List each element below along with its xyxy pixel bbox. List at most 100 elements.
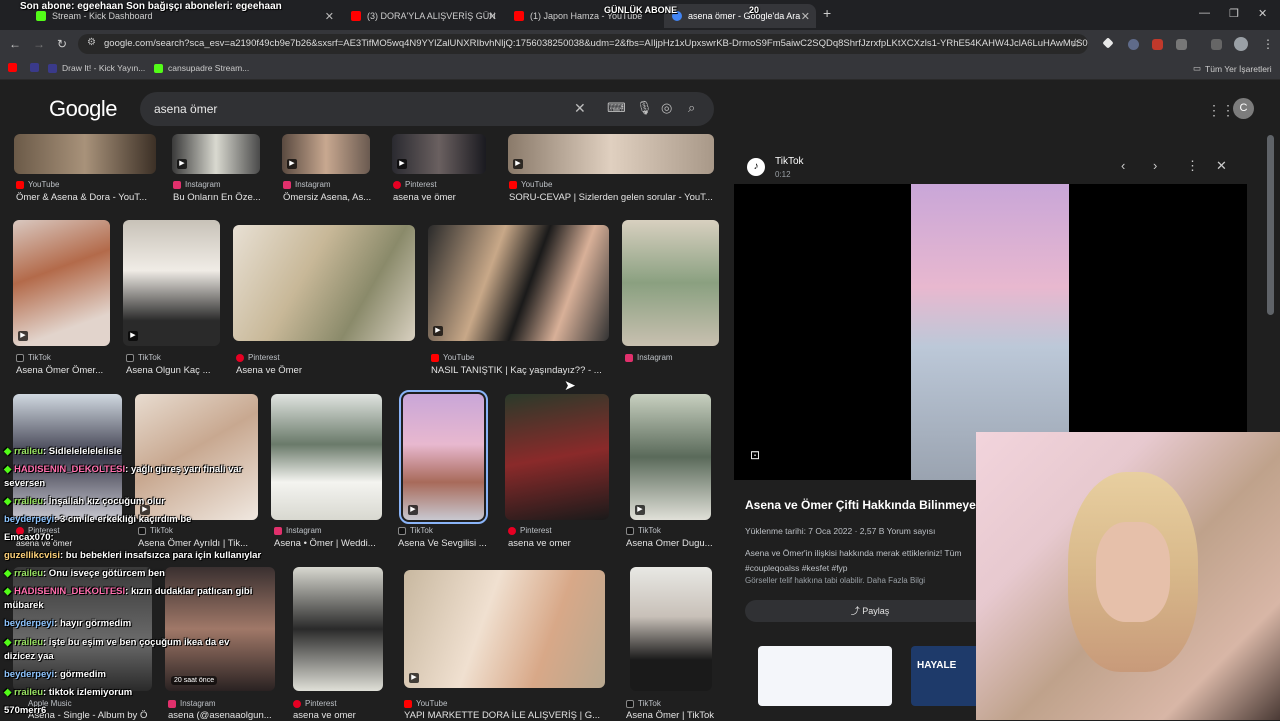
image-result[interactable] xyxy=(293,567,383,691)
back-icon[interactable]: ← xyxy=(9,37,21,51)
forward-icon[interactable]: → xyxy=(33,37,45,51)
image-result[interactable] xyxy=(233,225,415,341)
result-caption[interactable]: YAPI MARKETTE DORA İLE ALIŞVERİŞ | G... xyxy=(404,710,604,721)
next-icon[interactable]: › xyxy=(1153,158,1157,173)
result-caption[interactable]: Asena Ve Sevgilisi ... xyxy=(398,538,493,549)
profile-icon[interactable] xyxy=(1234,37,1248,51)
keyboard-icon[interactable]: ⌨ xyxy=(607,100,626,116)
image-result[interactable] xyxy=(14,134,156,174)
result-caption[interactable]: asena ve ömer xyxy=(393,192,493,203)
close-panel-icon[interactable]: ✕ xyxy=(1216,158,1227,174)
window-close-icon[interactable]: ✕ xyxy=(1258,7,1267,20)
image-result-selected[interactable]: ▶ xyxy=(399,390,488,524)
result-caption[interactable]: Asena Olgun Kaç ... xyxy=(126,365,226,376)
result-caption[interactable]: asena ve omer xyxy=(508,538,608,549)
result-caption[interactable]: Bu Onların En Öze... xyxy=(173,192,273,203)
image-result[interactable] xyxy=(622,220,719,346)
bookmark-star-icon[interactable]: ☆ xyxy=(1070,36,1081,50)
close-icon[interactable]: ✕ xyxy=(325,10,334,23)
result-caption[interactable]: asena (@asenaaolgun... xyxy=(168,710,278,721)
instagram-icon xyxy=(625,353,633,362)
chat-text: : görmedim xyxy=(54,669,106,680)
source-label: YouTube xyxy=(443,353,475,362)
result-caption[interactable]: Asena • Ömer | Weddi... xyxy=(274,538,394,549)
media-icon[interactable] xyxy=(1211,39,1222,50)
result-caption[interactable]: Asena Ömer Ömer... xyxy=(16,365,116,376)
tiktok-icon xyxy=(398,526,406,535)
tab-dora[interactable]: (3) DORA'YLA ALIŞVERİŞ GÜN ✕ xyxy=(343,4,503,28)
result-caption[interactable]: Asena Ömer | TikTok xyxy=(626,710,721,721)
related-result[interactable]: HAYALE xyxy=(911,646,981,706)
image-result[interactable] xyxy=(271,394,382,520)
puzzle-icon[interactable] xyxy=(1176,39,1187,50)
extension-icon[interactable] xyxy=(1128,39,1139,50)
result-caption[interactable]: SORU-CEVAP | Sizlerden gelen sorular - Y… xyxy=(509,192,715,203)
result-caption[interactable]: Asena Omer Dugu... xyxy=(626,538,721,549)
result-caption[interactable]: Asena Ömer Ayrıldı | Tik... xyxy=(138,538,263,549)
chat-user: HADISENIN_DEKOLTESI xyxy=(13,464,126,475)
reload-icon[interactable]: ↻ xyxy=(57,37,67,51)
google-logo[interactable]: Google xyxy=(49,96,117,122)
image-result[interactable] xyxy=(630,567,712,691)
image-result[interactable]: ▶ xyxy=(404,570,605,688)
play-icon: ▶ xyxy=(433,326,443,336)
image-result[interactable]: ▶ xyxy=(392,134,486,174)
lens-icon[interactable]: ◎ xyxy=(661,100,672,116)
close-icon[interactable]: ✕ xyxy=(801,10,810,23)
minimize-icon[interactable]: — xyxy=(1199,7,1210,19)
more-icon[interactable]: ⋮ xyxy=(1186,158,1199,174)
extension-icon[interactable] xyxy=(1102,37,1114,49)
menu-icon[interactable]: ⋮ xyxy=(1262,37,1274,51)
source-label: Pinterest xyxy=(248,353,280,362)
microphone-icon[interactable]: 🎙 xyxy=(636,100,653,116)
image-result[interactable]: ▶ xyxy=(172,134,260,174)
avatar[interactable]: C xyxy=(1233,98,1254,119)
lens-icon[interactable]: ⊡ xyxy=(750,448,760,462)
result-caption[interactable]: Ömer & Asena & Dora - YouT... xyxy=(16,192,166,203)
search-box[interactable]: asena ömer ✕ ⌨ 🎙 ◎ ⌕ xyxy=(140,92,714,126)
clear-icon[interactable]: ✕ xyxy=(574,100,586,117)
bookmark-youtube[interactable] xyxy=(8,63,22,72)
apps-grid-icon[interactable]: ⋮⋮ xyxy=(1207,102,1235,119)
related-result[interactable] xyxy=(758,646,892,706)
search-icon[interactable]: ⌕ xyxy=(688,100,695,116)
pinterest-icon xyxy=(393,180,401,189)
new-tab-button[interactable]: + xyxy=(823,5,831,21)
chat-message: ◆ rraileu: Sidlelelelelelisle xyxy=(4,446,122,457)
image-result[interactable]: ▶ xyxy=(13,220,110,346)
source-label: YouTube xyxy=(28,180,60,189)
extension-icon[interactable] xyxy=(1152,39,1163,50)
url-text: google.com/search?sca_esv=a2190f49cb9e7b… xyxy=(104,38,1088,49)
search-input[interactable]: asena ömer xyxy=(154,102,217,116)
image-result[interactable]: ▶ xyxy=(630,394,711,520)
tab-google-search[interactable]: asena ömer - Google'da Ara ✕ xyxy=(664,4,816,28)
result-caption[interactable]: Ömersiz Asena, As... xyxy=(283,192,383,203)
result-source: TikTok xyxy=(138,526,173,535)
result-caption[interactable]: asena ve omer xyxy=(293,710,393,721)
share-button[interactable]: ⤴ Paylaş xyxy=(745,600,995,622)
image-result[interactable]: ▶ xyxy=(282,134,370,174)
scrollbar[interactable] xyxy=(1267,135,1274,315)
result-caption[interactable]: Asena ve Ömer xyxy=(236,365,386,376)
badge-icon: ◆ xyxy=(4,637,12,648)
address-bar[interactable]: ⚙ google.com/search?sca_esv=a2190f49cb9e… xyxy=(78,34,1088,54)
maximize-icon[interactable]: ❐ xyxy=(1229,7,1239,20)
prev-icon[interactable]: ‹ xyxy=(1121,158,1125,173)
site-info-icon[interactable]: ⚙ xyxy=(87,37,96,48)
image-result[interactable]: ▶ xyxy=(428,225,609,341)
youtube-icon xyxy=(351,11,361,21)
image-result[interactable]: ▶ xyxy=(123,220,220,346)
bookmark-draw-it[interactable]: Draw It! - Kick Yayın... xyxy=(48,63,145,73)
bookmark-cansupadre[interactable]: cansupadre Stream... xyxy=(154,63,249,73)
chat-text: : Onu isveçe götürcem ben xyxy=(43,568,165,579)
result-source: TikTok xyxy=(626,526,661,535)
image-result[interactable]: ▶ xyxy=(508,134,714,174)
bookmark-blank[interactable] xyxy=(30,63,44,72)
result-caption[interactable]: NASIL TANIŞTIK | Kaç yaşındayız?? - ... xyxy=(431,365,611,376)
all-bookmarks[interactable]: ▭ Tüm Yer İşaretleri xyxy=(1193,63,1272,74)
panel-title[interactable]: Asena ve Ömer Çifti Hakkında Bilinmeyenl… xyxy=(745,498,998,512)
panel-source[interactable]: TikTok xyxy=(775,156,804,167)
close-icon[interactable]: ✕ xyxy=(488,10,497,23)
stream-overlay-subs: Son abone: egeehaan Son bağışçı aboneler… xyxy=(20,1,282,12)
image-result[interactable] xyxy=(505,394,609,520)
